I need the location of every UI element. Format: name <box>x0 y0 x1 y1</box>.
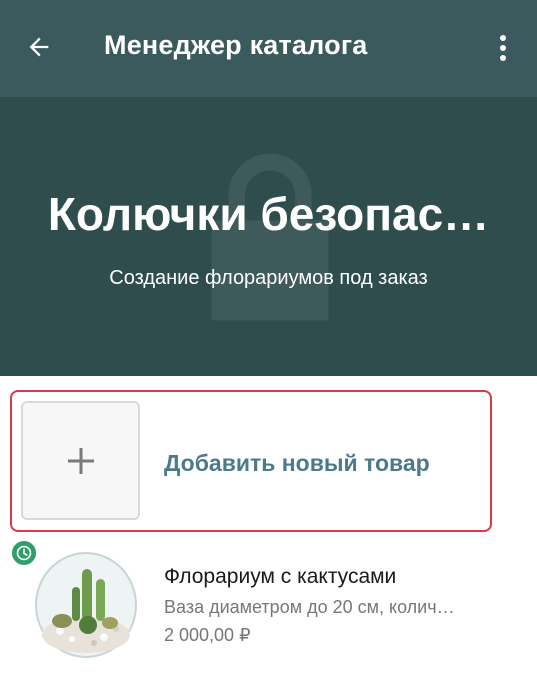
plus-icon <box>67 447 94 474</box>
more-vertical-icon <box>500 35 506 61</box>
product-price: 2 000,00 ₽ <box>164 625 251 645</box>
add-item-thumbnail <box>21 401 140 520</box>
overflow-menu-button[interactable] <box>489 30 517 66</box>
business-description: Создание флорариумов под заказ <box>109 267 428 289</box>
business-name: Колючки безопас… <box>47 188 490 240</box>
arrow-left-icon <box>29 37 49 57</box>
product-image <box>35 552 137 658</box>
clock-icon <box>16 545 32 561</box>
catalog-cover: Колючки безопас… Создание флорариумов по… <box>0 97 537 376</box>
product-list-item[interactable]: Флорариум с кактусами Ваза диаметром до … <box>0 535 537 675</box>
page-title: Менеджер каталога <box>104 30 368 60</box>
add-new-item-button[interactable]: Добавить новый товар <box>10 390 492 532</box>
add-item-label: Добавить новый товар <box>164 450 430 476</box>
back-button[interactable] <box>22 30 56 64</box>
product-name: Флорариум с кактусами <box>164 565 397 588</box>
product-description: Ваза диаметром до 20 см, колич… <box>164 597 455 617</box>
app-bar: Менеджер каталога <box>0 0 537 97</box>
pending-status-badge <box>10 539 38 567</box>
